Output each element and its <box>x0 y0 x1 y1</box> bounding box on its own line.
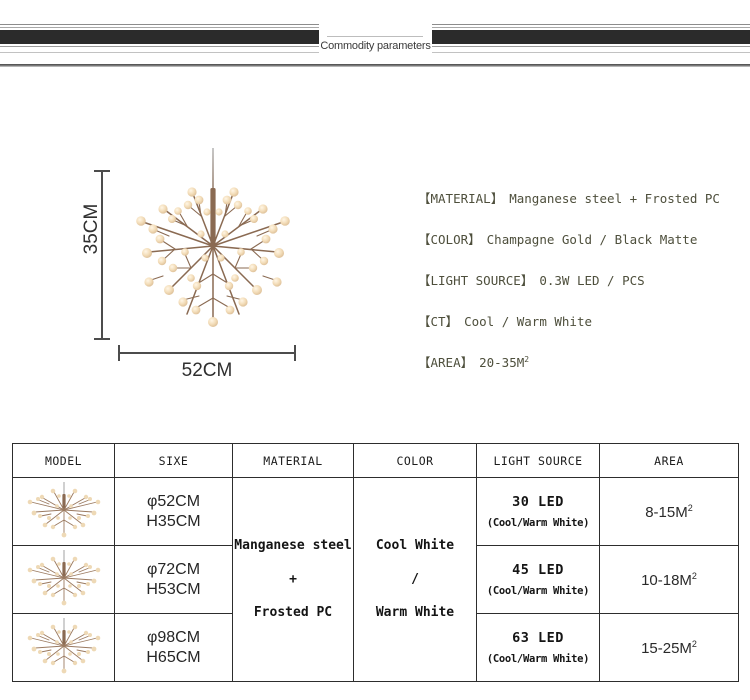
spec-row-color: 【COLOR】 Champagne Gold / Black Matte <box>418 229 738 248</box>
column-header-light-source: LIGHT SOURCE <box>476 443 600 478</box>
chandelier-thumb-icon <box>27 549 100 605</box>
spec-row-material: 【MATERIAL】 Manganese steel + Frosted PC <box>418 188 738 207</box>
chandelier-thumb-icon <box>27 617 100 673</box>
spec-key-light-source: 【LIGHT SOURCE】 <box>418 273 534 288</box>
height-dimension-label: 35CM <box>81 203 102 255</box>
area-superscript: 2 <box>691 570 697 581</box>
area-superscript: 2 <box>691 638 697 649</box>
width-dimension-label: 52CM <box>181 360 233 381</box>
material-line-2: + <box>289 571 297 587</box>
cell-model-thumbnail <box>12 477 115 546</box>
spec-row-area: 【AREA】 20-35M2 <box>418 352 738 371</box>
column-header-color: COLOR <box>353 443 477 478</box>
spec-key-color: 【COLOR】 <box>418 232 481 247</box>
size-height: H65CM <box>146 648 201 666</box>
spec-value-light-source: 0.3W LED / PCS <box>539 273 645 288</box>
banner-title: Commodity parameters <box>320 40 431 52</box>
area-value: 15-25M <box>641 639 692 657</box>
area-superscript: 2 <box>687 502 693 513</box>
cell-size: φ98CM H65CM <box>114 613 233 682</box>
column-header-material: MATERIAL <box>232 443 354 478</box>
light-led-count: 30 LED <box>512 494 564 510</box>
spec-row-light-source: 【LIGHT SOURCE】 0.3W LED / PCS <box>418 270 738 289</box>
color-line-2: / <box>411 571 419 587</box>
column-header-size: SIXE <box>114 443 233 478</box>
size-diameter: φ52CM <box>146 492 201 510</box>
size-diameter: φ72CM <box>146 560 201 578</box>
spec-key-material: 【MATERIAL】 <box>418 191 504 206</box>
table-header-row: MODEL SIXE MATERIAL COLOR LIGHT SOURCE A… <box>12 443 739 478</box>
cell-area: 10-18M2 <box>599 545 739 614</box>
area-value: 10-18M <box>641 571 692 589</box>
cell-model-thumbnail <box>12 613 115 682</box>
spec-value-material: Manganese steel + Frosted PC <box>509 191 720 206</box>
light-color-temp: (Cool/Warm White) <box>486 653 590 665</box>
spec-value-ct: Cool / Warm White <box>464 314 592 329</box>
spec-value-area: 20-35M <box>479 355 525 370</box>
cell-area: 8-15M2 <box>599 477 739 546</box>
light-color-temp: (Cool/Warm White) <box>486 517 590 529</box>
column-header-model: MODEL <box>12 443 115 478</box>
chandelier-thumb-icon <box>27 481 100 537</box>
area-value: 8-15M <box>645 503 688 521</box>
material-line-3: Frosted PC <box>253 605 333 621</box>
cell-light-source: 30 LED (Cool/Warm White) <box>476 477 600 546</box>
cell-area: 15-25M2 <box>599 613 739 682</box>
spec-key-area: 【AREA】 <box>418 355 474 370</box>
banner-title-box: Commodity parameters <box>319 0 432 61</box>
cell-material-merged: Manganese steel + Frosted PC <box>232 477 354 682</box>
spec-area-superscript: 2 <box>524 354 530 364</box>
banner-underline <box>0 64 750 67</box>
light-color-temp: (Cool/Warm White) <box>486 585 590 597</box>
cell-color-merged: Cool White / Warm White <box>353 477 477 682</box>
cell-light-source: 45 LED (Cool/Warm White) <box>476 545 600 614</box>
spec-key-ct: 【CT】 <box>418 314 459 329</box>
light-led-count: 63 LED <box>512 630 564 646</box>
color-line-3: Warm White <box>375 605 455 621</box>
page-banner: Commodity parameters <box>0 0 750 68</box>
cell-light-source: 63 LED (Cool/Warm White) <box>476 613 600 682</box>
size-height: H35CM <box>146 512 201 530</box>
light-led-count: 45 LED <box>512 562 564 578</box>
cell-size: φ72CM H53CM <box>114 545 233 614</box>
spec-row-ct: 【CT】 Cool / Warm White <box>418 311 738 330</box>
specification-table: MODEL SIXE MATERIAL COLOR LIGHT SOURCE A… <box>12 443 739 682</box>
width-dimension-line <box>118 352 296 354</box>
table-row: φ52CM H35CM Manganese steel + Frosted PC… <box>12 477 739 682</box>
height-dimension-cap-top <box>94 170 110 172</box>
chandelier-icon <box>113 148 313 348</box>
size-diameter: φ98CM <box>146 628 201 646</box>
column-header-area: AREA <box>599 443 739 478</box>
size-height: H53CM <box>146 580 201 598</box>
cell-size: φ52CM H35CM <box>114 477 233 546</box>
cell-model-thumbnail <box>12 545 115 614</box>
spec-value-color: Champagne Gold / Black Matte <box>486 232 698 247</box>
banner-title-rule <box>327 36 423 37</box>
color-line-1: Cool White <box>375 537 455 553</box>
specification-list: 【MATERIAL】 Manganese steel + Frosted PC 【… <box>418 188 738 393</box>
material-line-1: Manganese steel <box>234 537 352 553</box>
height-dimension-cap-bottom <box>94 338 110 340</box>
